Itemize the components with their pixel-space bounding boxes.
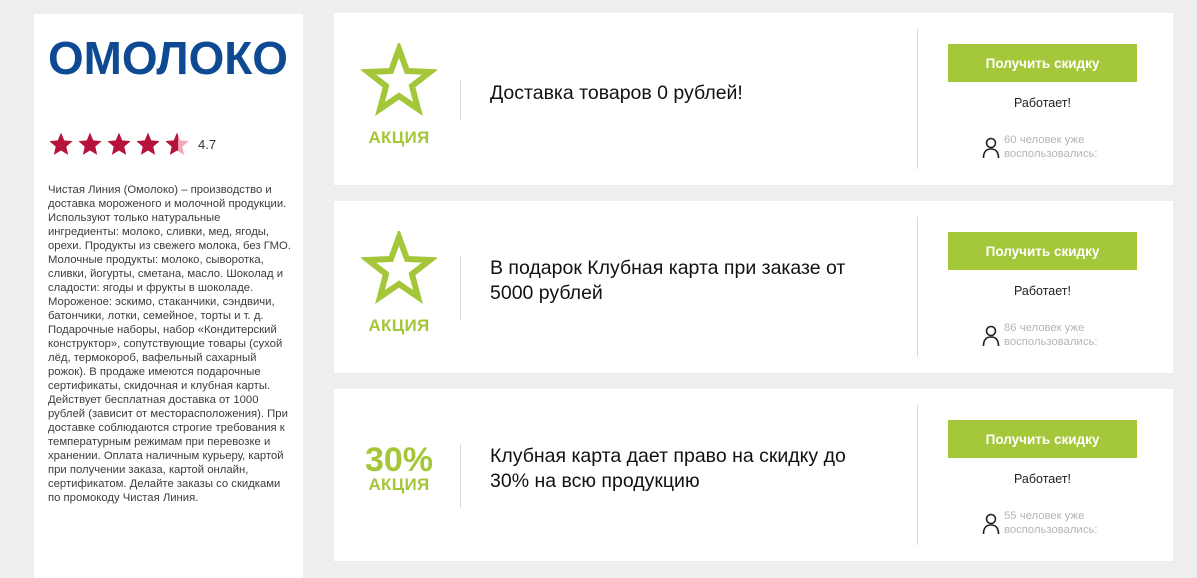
rating-star-icon xyxy=(78,132,102,155)
usage-text: 60 человек уже воспользовались: xyxy=(1004,134,1098,160)
rating-star-icon xyxy=(49,132,73,155)
badge-label: АКЦИЯ xyxy=(368,128,430,147)
coupon-badge: АКЦИЯ xyxy=(334,13,464,185)
badge-label: АКЦИЯ xyxy=(368,316,430,335)
coupon-card: АКЦИЯ В подарок Клубная карта при заказе… xyxy=(334,201,1173,373)
coupon-title[interactable]: В подарок Клубная карта при заказе от 50… xyxy=(490,256,880,306)
coupon-status: Работает! xyxy=(1014,284,1071,298)
usage-counter: 60 человек уже воспользовались: xyxy=(982,133,1152,165)
rating: 4.7 xyxy=(48,131,216,157)
usage-text: 55 человек уже воспользовались: xyxy=(1004,510,1098,536)
badge-label: АКЦИЯ xyxy=(368,475,430,494)
logo-text: ОМОЛОКО xyxy=(48,32,288,84)
usage-counter: 86 человек уже воспользовались: xyxy=(982,321,1152,353)
get-discount-button[interactable]: Получить скидку xyxy=(948,420,1137,458)
get-discount-button[interactable]: Получить скидку xyxy=(948,44,1137,82)
shop-description: Чистая Линия (Омолоко) – производство и … xyxy=(48,184,291,504)
coupon-title[interactable]: Клубная карта дает право на скидку до 30… xyxy=(490,444,880,494)
user-icon xyxy=(982,325,1000,347)
divider xyxy=(917,29,918,169)
star-outline-icon xyxy=(361,43,437,117)
get-discount-button[interactable]: Получить скидку xyxy=(948,232,1137,270)
coupon-card: 30% АКЦИЯ Клубная карта дает право на ск… xyxy=(334,389,1173,561)
badge-percent: 30% xyxy=(364,441,434,479)
shop-logo[interactable]: ОМОЛОКО xyxy=(48,24,288,84)
rating-star-icon xyxy=(107,132,131,155)
shop-sidebar: ОМОЛОКО 4.7 Чистая Линия (Омолоко) – про… xyxy=(34,14,303,578)
usage-counter: 55 человек уже воспользовались: xyxy=(982,509,1152,541)
user-icon xyxy=(982,513,1000,535)
divider xyxy=(460,444,461,508)
coupon-badge: 30% АКЦИЯ xyxy=(334,389,464,561)
coupon-status: Работает! xyxy=(1014,472,1071,486)
rating-star-partial-icon xyxy=(165,132,189,155)
divider xyxy=(460,80,461,120)
coupon-status: Работает! xyxy=(1014,96,1071,110)
rating-value: 4.7 xyxy=(198,136,217,152)
user-icon xyxy=(982,137,1000,159)
divider xyxy=(917,405,918,545)
divider xyxy=(460,256,461,320)
usage-text: 86 человек уже воспользовались: xyxy=(1004,322,1098,348)
divider xyxy=(917,217,918,357)
rating-star-icon xyxy=(136,132,160,155)
coupon-title[interactable]: Доставка товаров 0 рублей! xyxy=(490,81,880,106)
star-outline-icon xyxy=(361,231,437,305)
coupon-badge: АКЦИЯ xyxy=(334,201,464,373)
coupon-card: АКЦИЯ Доставка товаров 0 рублей! Получит… xyxy=(334,13,1173,185)
